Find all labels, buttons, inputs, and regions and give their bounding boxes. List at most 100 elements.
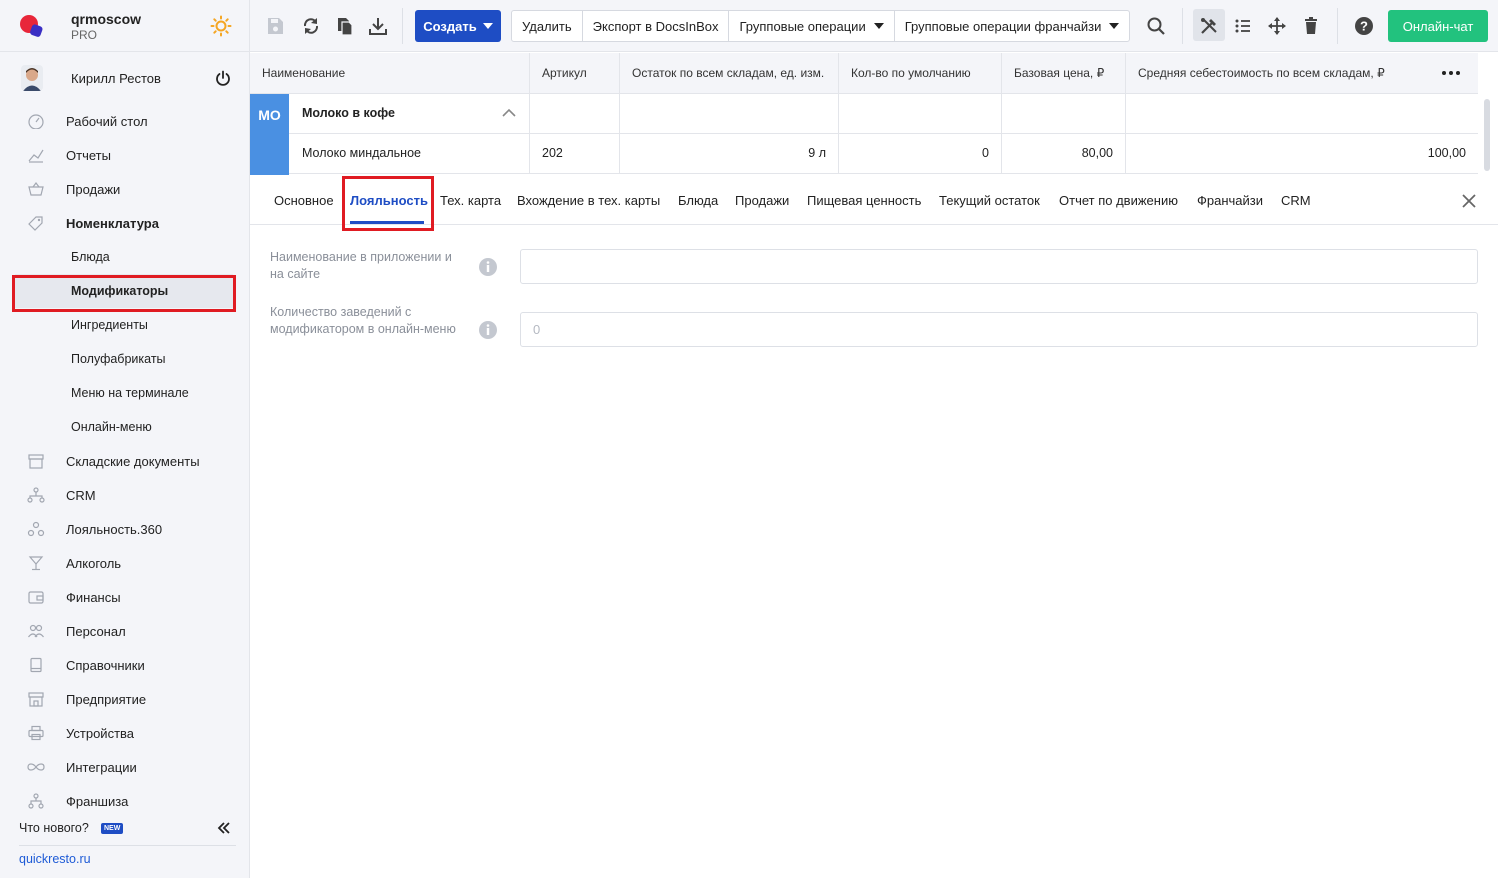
tools-icon[interactable] bbox=[1198, 15, 1220, 37]
tag-icon bbox=[28, 216, 43, 231]
nav-sub-terminal-menu[interactable]: Меню на терминале bbox=[0, 376, 249, 410]
tab-dishes[interactable]: Блюда bbox=[678, 193, 718, 208]
tab-movement-report[interactable]: Отчет по движению bbox=[1059, 193, 1178, 208]
info-icon[interactable] bbox=[478, 320, 498, 340]
group-operations-button[interactable]: Групповые операции bbox=[729, 11, 895, 41]
store-icon bbox=[28, 692, 44, 707]
refresh-icon[interactable] bbox=[300, 15, 322, 37]
nav-sub-online-menu[interactable]: Онлайн-меню bbox=[0, 410, 249, 444]
column-header-price[interactable]: Базовая цена, ₽ bbox=[1002, 53, 1126, 93]
brand-header: qrmoscow PRO bbox=[0, 0, 249, 52]
move-icon[interactable] bbox=[1266, 15, 1288, 37]
nav-item-nomenclature[interactable]: Номенклатура bbox=[0, 206, 249, 240]
tab-nutrition[interactable]: Пищевая ценность bbox=[807, 193, 921, 208]
people-icon bbox=[28, 624, 44, 638]
nav-item-franchise[interactable]: Франшиза bbox=[0, 784, 249, 818]
nav-item-reports[interactable]: Отчеты bbox=[0, 138, 249, 172]
nav-item-enterprise[interactable]: Предприятие bbox=[0, 682, 249, 716]
plan-label: PRO bbox=[71, 28, 98, 42]
nav-item-warehouse-docs[interactable]: Складские документы bbox=[0, 444, 249, 478]
whats-new-link[interactable]: Что нового? bbox=[19, 821, 89, 835]
nav-sub-ingredients[interactable]: Ингредиенты bbox=[0, 308, 249, 342]
trash-icon[interactable] bbox=[1300, 15, 1322, 37]
detail-tabs: Основное Лояльность Тех. карта Вхождение… bbox=[250, 176, 1498, 225]
new-badge: NEW bbox=[101, 823, 124, 834]
column-header-default-qty[interactable]: Кол-во по умолчанию bbox=[839, 53, 1002, 93]
collapse-sidebar-icon[interactable] bbox=[216, 820, 232, 836]
table-cell bbox=[530, 94, 620, 133]
more-options-icon[interactable] bbox=[1440, 65, 1462, 81]
export-docsinbox-button[interactable]: Экспорт в DocsInBox bbox=[583, 11, 730, 41]
nav-item-alcohol[interactable]: Алкоголь bbox=[0, 546, 249, 580]
chevron-down-icon bbox=[873, 23, 884, 29]
column-header-cost[interactable]: Средняя себестоимость по всем складам, ₽ bbox=[1126, 53, 1478, 93]
tab-main[interactable]: Основное bbox=[274, 193, 334, 208]
main-navigation: Рабочий стол Отчеты Продажи Номенклатура… bbox=[0, 104, 249, 818]
tab-tech-card[interactable]: Тех. карта bbox=[440, 193, 501, 208]
nav-item-finance[interactable]: Финансы bbox=[0, 580, 249, 614]
tab-tech-card-inclusion[interactable]: Вхождение в тех. карты bbox=[517, 193, 660, 208]
table-row[interactable]: Молоко миндальное 202 9 л 0 80,00 100,00 bbox=[250, 134, 1478, 174]
nav-item-references[interactable]: Справочники bbox=[0, 648, 249, 682]
box-icon bbox=[28, 454, 44, 469]
table-scrollbar[interactable] bbox=[1484, 99, 1490, 171]
app-name-input[interactable] bbox=[520, 249, 1478, 284]
chevron-up-icon[interactable] bbox=[502, 108, 516, 118]
column-header-stock[interactable]: Остаток по всем складам, ед. изм. bbox=[620, 53, 839, 93]
venues-count-input[interactable] bbox=[520, 312, 1478, 347]
online-chat-button[interactable]: Онлайн-чат bbox=[1388, 10, 1488, 42]
nav-sub-dishes[interactable]: Блюда bbox=[0, 240, 249, 274]
table-cell bbox=[839, 94, 1002, 133]
modifiers-table: Наименование Артикул Остаток по всем скл… bbox=[250, 53, 1498, 175]
wallet-icon bbox=[28, 591, 44, 604]
nav-item-integrations[interactable]: Интеграции bbox=[0, 750, 249, 784]
avatar bbox=[21, 65, 43, 91]
nav-item-crm[interactable]: CRM bbox=[0, 478, 249, 512]
field-venues-count-label: Количество заведений с модификатором в о… bbox=[270, 305, 456, 336]
close-icon[interactable] bbox=[1460, 192, 1478, 210]
field-app-name-label: Наименование в приложении и на сайте bbox=[270, 250, 452, 281]
create-button[interactable]: Создать bbox=[415, 10, 501, 42]
nav-item-dashboard[interactable]: Рабочий стол bbox=[0, 104, 249, 138]
loyalty-icon bbox=[27, 521, 45, 537]
column-header-name[interactable]: Наименование bbox=[250, 53, 530, 93]
list-icon[interactable] bbox=[1232, 15, 1254, 37]
cell-sku: 202 bbox=[530, 134, 620, 173]
cell-stock: 9 л bbox=[620, 134, 839, 173]
group-name: Молоко в кофе bbox=[289, 94, 530, 133]
book-icon bbox=[30, 657, 42, 673]
info-icon[interactable] bbox=[478, 257, 498, 277]
logout-power-icon[interactable] bbox=[215, 70, 231, 86]
delete-button[interactable]: Удалить bbox=[512, 11, 583, 41]
nav-item-devices[interactable]: Устройства bbox=[0, 716, 249, 750]
cell-name: Молоко миндальное bbox=[289, 134, 530, 173]
nav-item-loyalty[interactable]: Лояльность.360 bbox=[0, 512, 249, 546]
toolbar-separator bbox=[402, 8, 403, 44]
franchise-group-operations-button[interactable]: Групповые операции франчайзи bbox=[895, 11, 1130, 41]
tab-franchisees[interactable]: Франчайзи bbox=[1197, 193, 1263, 208]
search-icon[interactable] bbox=[1145, 15, 1167, 37]
save-icon[interactable] bbox=[264, 15, 286, 37]
chevron-down-icon bbox=[482, 23, 493, 29]
tab-sales[interactable]: Продажи bbox=[735, 193, 789, 208]
column-header-sku[interactable]: Артикул bbox=[530, 53, 620, 93]
user-profile[interactable]: Кирилл Рестов bbox=[0, 60, 249, 96]
copy-icon[interactable] bbox=[334, 15, 356, 37]
nav-sub-semi-finished[interactable]: Полуфабрикаты bbox=[0, 342, 249, 376]
nav-item-staff[interactable]: Персонал bbox=[0, 614, 249, 648]
network-icon bbox=[27, 487, 45, 503]
nav-item-sales[interactable]: Продажи bbox=[0, 172, 249, 206]
tab-current-stock[interactable]: Текущий остаток bbox=[939, 193, 1040, 208]
tab-loyalty[interactable]: Лояльность bbox=[350, 193, 428, 208]
table-cell bbox=[620, 94, 839, 133]
nav-sub-modifiers[interactable]: Модификаторы bbox=[15, 274, 233, 308]
user-name: Кирилл Рестов bbox=[71, 71, 161, 86]
theme-toggle-sun-icon[interactable] bbox=[210, 15, 232, 37]
site-link[interactable]: quickresto.ru bbox=[19, 852, 91, 866]
cell-default-qty: 0 bbox=[839, 134, 1002, 173]
download-icon[interactable] bbox=[367, 15, 389, 37]
tab-crm[interactable]: CRM bbox=[1281, 193, 1311, 208]
cell-price: 80,00 bbox=[1002, 134, 1126, 173]
table-group-row[interactable]: Молоко в кофе bbox=[250, 94, 1478, 134]
help-icon[interactable]: ? bbox=[1353, 15, 1375, 37]
